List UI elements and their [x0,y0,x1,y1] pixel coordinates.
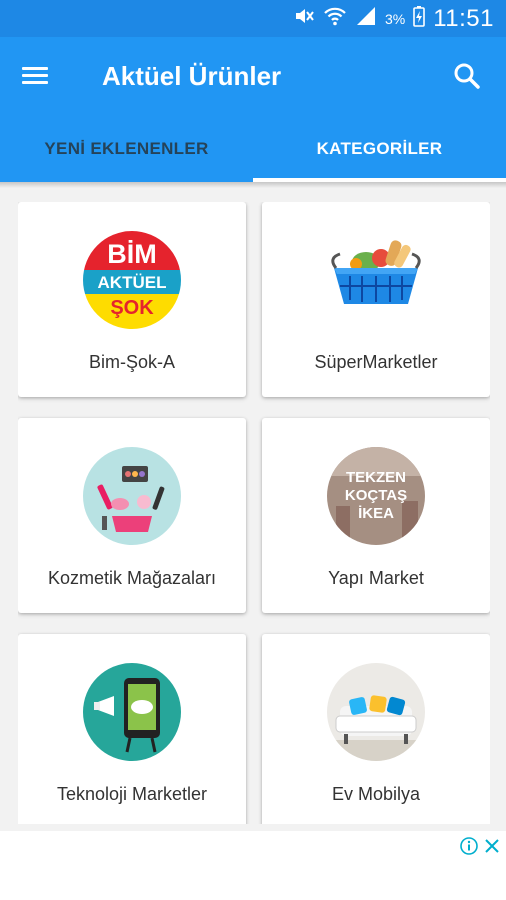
svg-text:İKEA: İKEA [358,505,394,522]
category-label: Kozmetik Mağazaları [47,568,217,588]
menu-icon[interactable] [22,63,52,89]
category-card-furniture[interactable]: Ev Mobilya [262,634,490,824]
svg-text:BİM: BİM [107,239,157,269]
category-label: Bim-Şok-A [88,352,175,372]
sofa-icon [326,662,426,762]
tab-bar: YENİ EKLENENLER KATEGORİLER [0,115,506,182]
signal-icon [355,5,377,32]
category-label: SüperMarketler [314,352,438,372]
bim-sok-logo: BİM AKTÜEL ŞOK [82,230,182,330]
tab-new-added[interactable]: YENİ EKLENENLER [0,115,253,182]
category-card-cosmetics[interactable]: Kozmetik Mağazaları [18,418,246,613]
clock: 11:51 [433,4,494,32]
shopping-basket-icon [326,230,426,330]
svg-text:TEKZEN: TEKZEN [346,469,406,486]
category-label: Ev Mobilya [331,784,421,804]
ad-banner[interactable] [0,831,506,900]
cosmetics-icon [82,446,182,546]
battery-percent: 3% [384,10,406,27]
app-bar: Aktüel Ürünler [0,37,506,115]
category-label: Teknoloji Marketler [56,784,208,804]
svg-text:AKTÜEL: AKTÜEL [98,273,167,292]
wifi-icon [323,5,347,32]
category-card-hardware[interactable]: TEKZEN KOÇTAŞ İKEA Yapı Market [262,418,490,613]
svg-text:KOÇTAŞ: KOÇTAŞ [345,487,407,504]
status-bar: 3% 11:51 [0,0,506,37]
category-grid: BİM AKTÜEL ŞOK Bim-Şok-A SüperMarketler … [18,202,490,824]
mute-icon [293,5,315,32]
svg-text:ŞOK: ŞOK [110,297,154,319]
battery-charging-icon [413,5,426,32]
hardware-store-logo: TEKZEN KOÇTAŞ İKEA [326,446,426,546]
technology-phone-icon [82,662,182,762]
app-title: Aktüel Ürünler [102,61,282,91]
tab-categories[interactable]: KATEGORİLER [253,115,506,182]
tab-shadow [0,182,506,188]
close-icon[interactable] [484,838,500,859]
category-card-technology[interactable]: Teknoloji Marketler [18,634,246,824]
category-label: Yapı Market [328,568,424,588]
category-card-bim-sok[interactable]: BİM AKTÜEL ŞOK Bim-Şok-A [18,202,246,397]
search-icon[interactable] [450,59,484,93]
category-card-supermarkets[interactable]: SüperMarketler [262,202,490,397]
info-icon[interactable] [460,837,478,860]
